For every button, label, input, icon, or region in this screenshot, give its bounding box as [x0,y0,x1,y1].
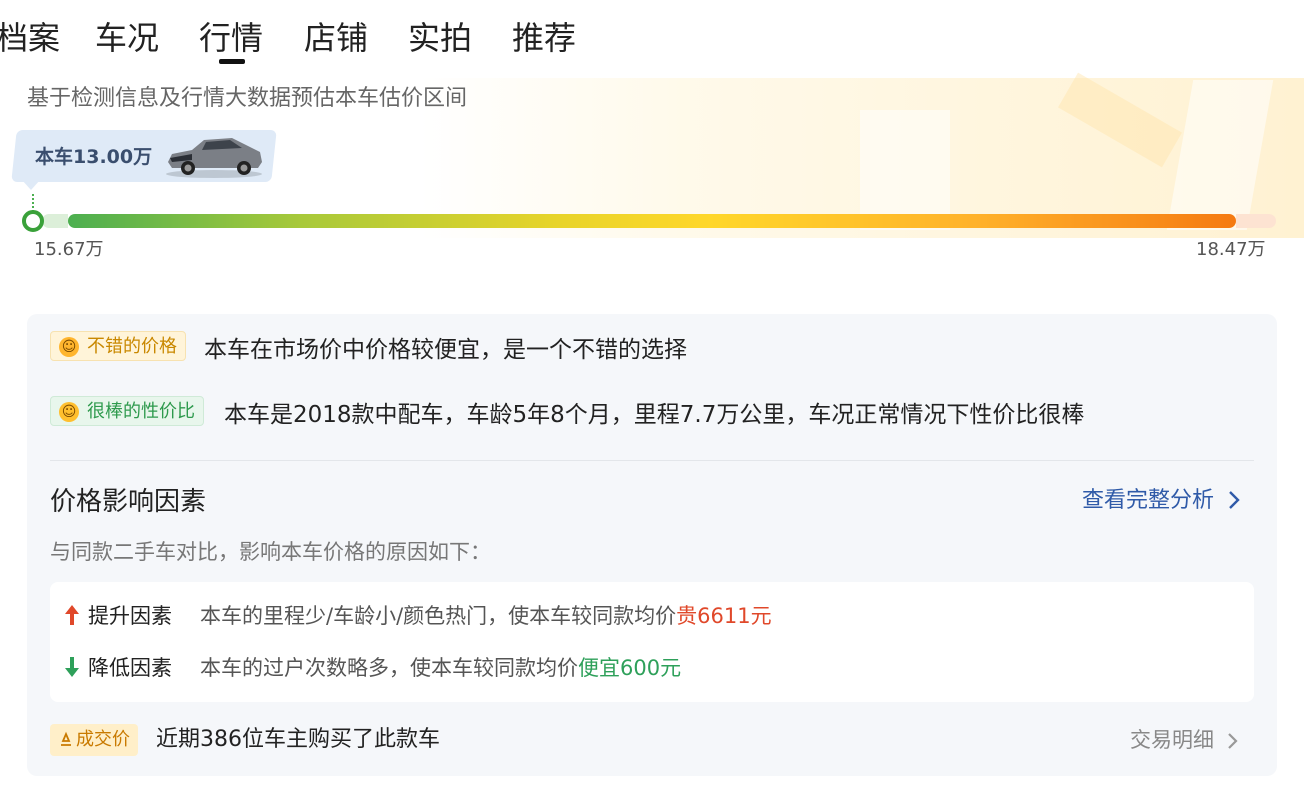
factor-box [50,582,1254,702]
range-high-label: 18.47万 [1196,239,1266,260]
full-analysis-label: 查看完整分析 [1082,488,1215,513]
factors-subtitle: 与同款二手车对比，影响本车价格的原因如下： [50,540,491,564]
tab-recommend[interactable]: 推荐 [512,18,576,58]
down-factor-label: 降低因素 [88,656,172,680]
value-tag: ☺ 很棒的性价比 [50,396,204,426]
tab-store[interactable]: 店铺 [304,18,368,58]
smile-icon: ☺ [59,337,79,357]
trade-detail-link[interactable]: 交易明细 [1130,726,1239,754]
deal-icon [61,731,71,746]
divider [50,460,1254,461]
deal-count-text: 近期386位车主购买了此款车 [156,727,440,752]
background-decoration [860,110,950,230]
car-price-label: 本车13.00万 [35,146,153,168]
tab-bar: 档案 车况 行情 店铺 实拍 推荐 [0,0,1304,70]
up-factor-desc: 本车的里程少/车龄小/颜色热门，使本车较同款均价贵6611元 [200,602,772,630]
tab-condition[interactable]: 车况 [95,18,159,58]
price-bar-start [42,214,68,228]
value-text: 本车是2018款中配车，车龄5年8个月，里程7.7万公里，车况正常情况下性价比很… [224,402,1085,428]
up-factor-value: 贵6611元 [676,604,772,628]
good-price-tag-label: 不错的价格 [87,336,177,357]
good-price-tag: ☺ 不错的价格 [50,331,186,361]
factors-title: 价格影响因素 [50,487,207,517]
good-price-text: 本车在市场价中价格较便宜，是一个不错的选择 [204,337,687,363]
bubble-tail [22,180,40,190]
down-factor-value: 便宜600元 [578,656,682,680]
price-range-bar [68,214,1236,228]
trade-detail-label: 交易明细 [1130,728,1214,752]
value-tag-label: 很棒的性价比 [87,401,195,422]
price-position-marker [22,210,44,232]
arrow-up-icon [65,605,79,625]
down-factor-desc: 本车的过户次数略多，使本车较同款均价便宜600元 [200,654,681,682]
active-tab-indicator [219,59,245,64]
range-low-label: 15.67万 [34,239,104,260]
tab-photos[interactable]: 实拍 [408,18,472,58]
chevron-right-icon [1227,733,1238,749]
price-bar-end [1236,214,1276,228]
tab-archive[interactable]: 档案 [0,18,60,58]
estimate-subtitle: 基于检测信息及行情大数据预估本车估价区间 [27,86,468,111]
deal-price-tag: 成交价 [50,724,138,756]
down-factor-text: 本车的过户次数略多，使本车较同款均价 [200,656,578,680]
tab-market[interactable]: 行情 [199,18,263,58]
full-analysis-link[interactable]: 查看完整分析 [1082,486,1241,516]
up-factor-text: 本车的里程少/车龄小/颜色热门，使本车较同款均价 [200,604,677,628]
deal-tag-label: 成交价 [76,729,130,750]
up-factor-label: 提升因素 [88,604,172,628]
star-eyes-icon: ☺ [59,402,79,422]
chevron-right-icon [1229,491,1240,509]
car-image [166,138,262,178]
arrow-down-icon [65,657,79,677]
